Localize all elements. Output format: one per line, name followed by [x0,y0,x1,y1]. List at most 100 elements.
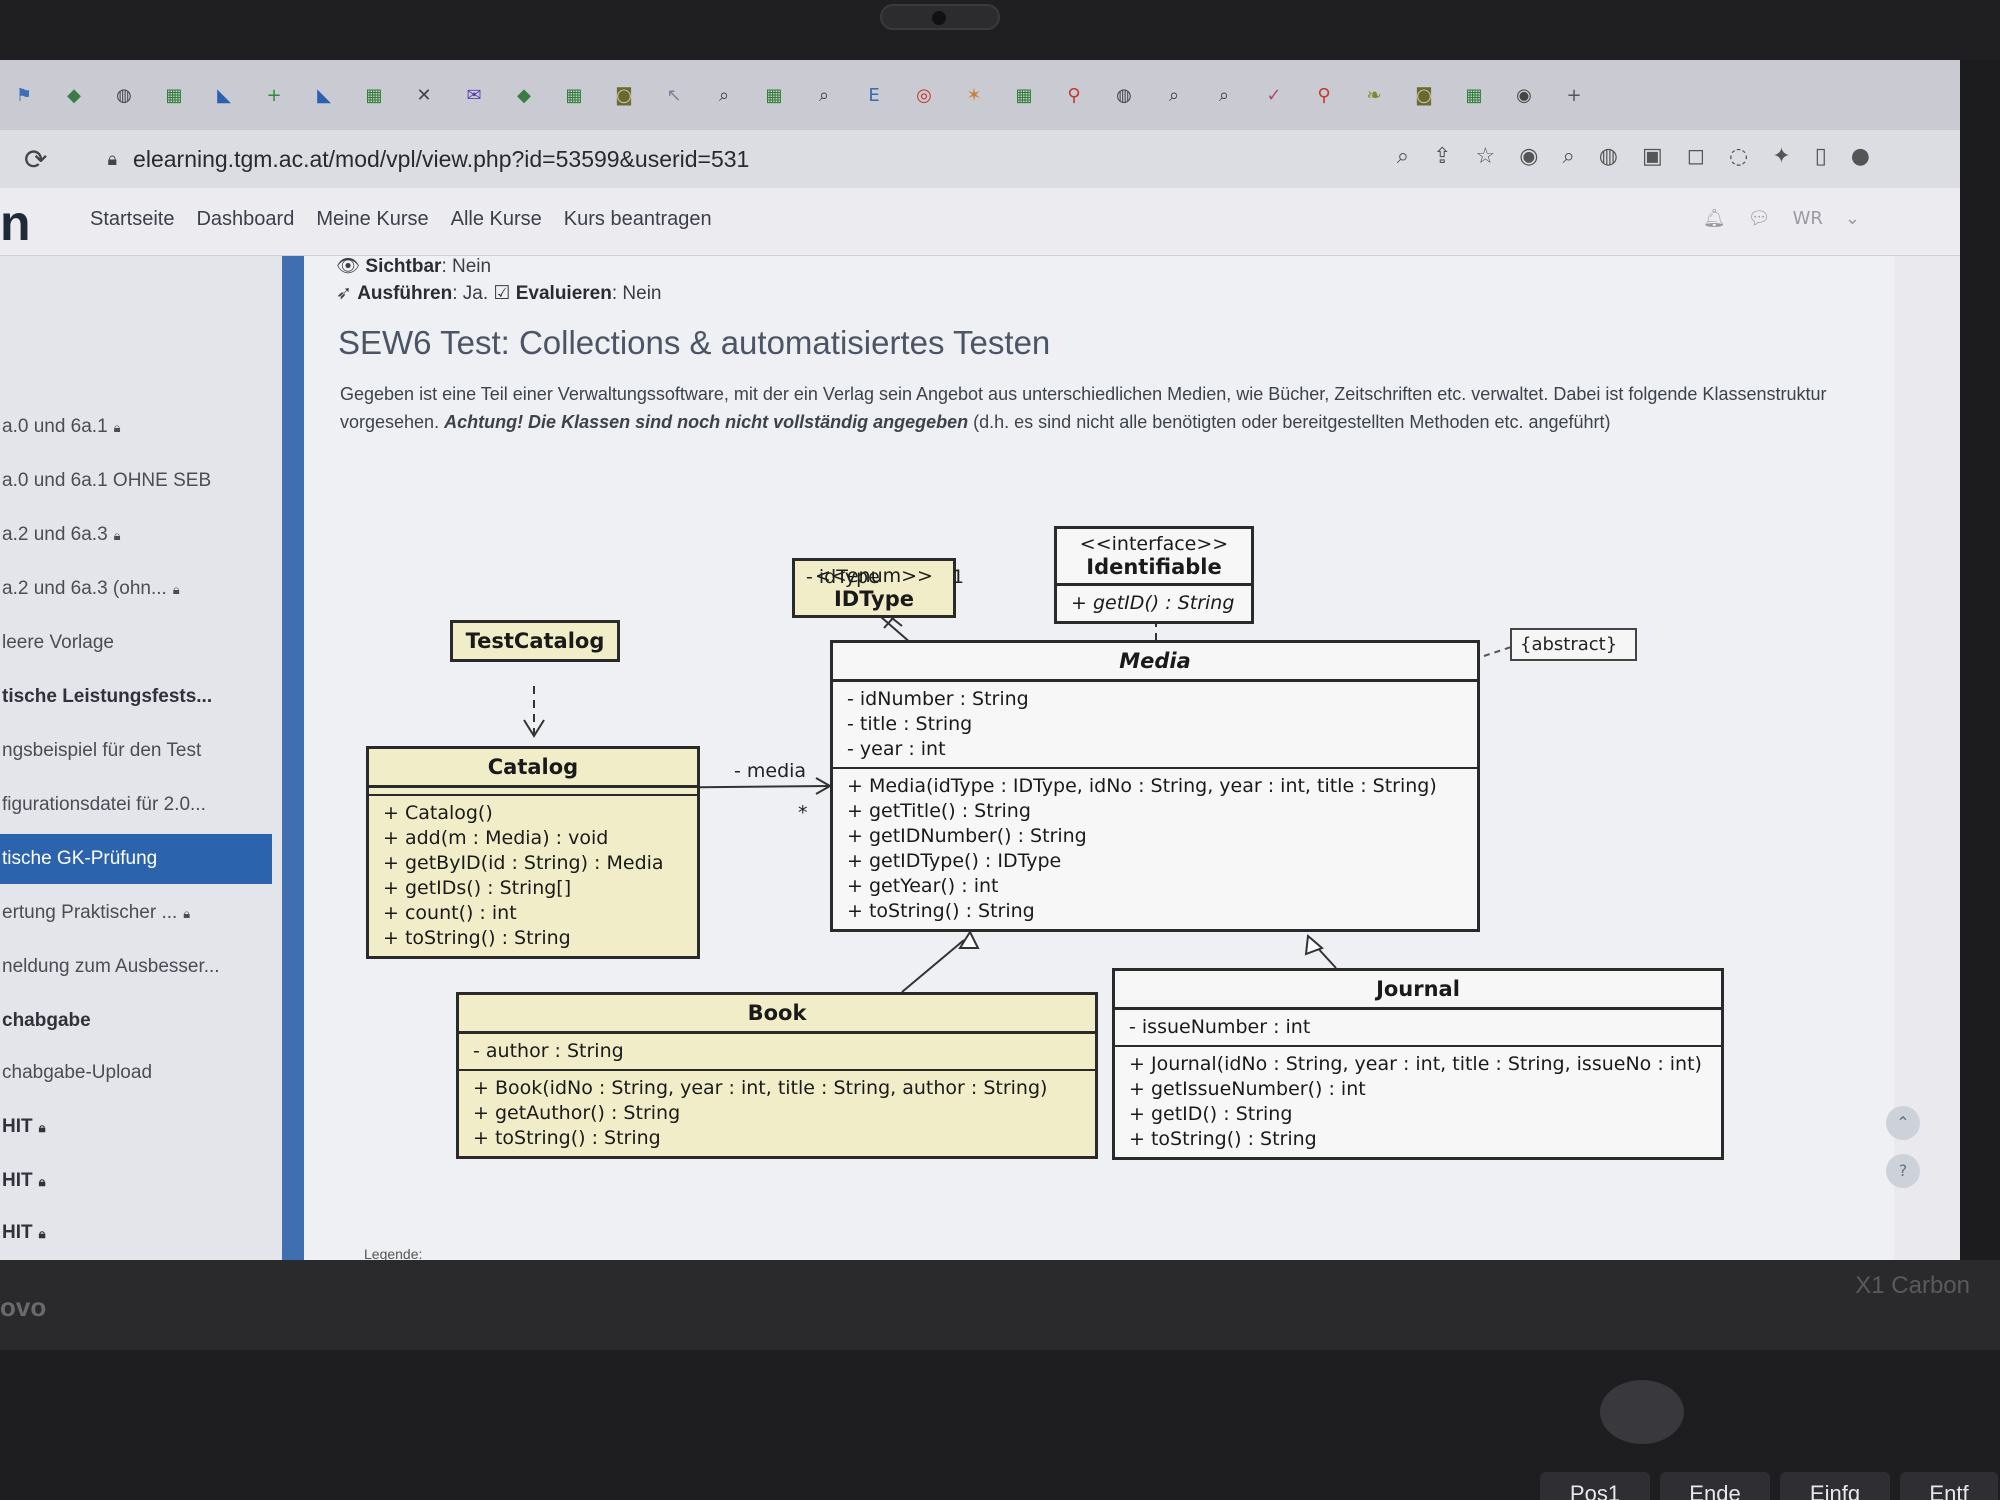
pin-icon[interactable]: ⚲ [1060,81,1088,109]
sidebar-item-label: HIT [2,1116,33,1137]
chart-icon[interactable]: ✓ [1260,81,1288,109]
sidebar-item[interactable]: a.2 und 6a.3 (ohn... 🔒︎ [0,578,275,600]
close-icon[interactable]: ✕ [410,81,438,109]
extension-icon[interactable]: ▣ [1642,144,1663,169]
nav-kurs-beantragen[interactable]: Kurs beantragen [564,208,712,231]
bookmark-icon[interactable]: ⚑ [10,81,38,109]
chat-icon[interactable]: 💬︎ [1748,208,1771,229]
android-icon[interactable]: ◆ [60,81,88,109]
sheet-icon[interactable]: ▦ [760,81,788,109]
methods-section: + Journal(idNo : String, year : int, tit… [1115,1047,1721,1157]
sidebar-item-active[interactable]: tische GK-Prüfung [0,834,272,884]
search-extension-icon[interactable]: ⌕ [1562,144,1574,169]
main-content: 👁︎ Sichtbar: Nein ➶ Ausführen: Ja. ☑ Eva… [304,256,1920,1260]
site-logo[interactable]: n [0,194,31,252]
nav-dashboard[interactable]: Dashboard [196,208,294,231]
sidebar-section[interactable]: HIT 🔒︎ [0,1222,275,1244]
key-pos1: Pos1 [1540,1472,1650,1500]
search-icon[interactable]: ⌕ [1160,81,1188,109]
extension-icon[interactable]: ◍ [1599,144,1618,169]
nav-startseite[interactable]: Startseite [90,208,174,231]
sidebar-item[interactable]: leere Vorlage [0,632,275,654]
extension-icon[interactable]: ◻ [1687,144,1705,169]
class-name: Media [833,643,1477,682]
lock-icon: 🔒︎ [113,421,121,436]
sidebar-item[interactable]: chabgabe-Upload [0,1062,275,1084]
laptop-bezel-top [0,0,2000,60]
flag-icon[interactable]: ◣ [310,81,338,109]
plus-square-icon[interactable]: + [260,81,288,109]
e-icon[interactable]: E [860,81,888,109]
new-tab-icon[interactable]: + [1560,81,1588,109]
sidebar-item[interactable]: a.2 und 6a.3 🔒︎ [0,524,275,546]
nav-alle-kurse[interactable]: Alle Kurse [451,208,542,231]
sidebar-item-label: figurationsdatei für 2.0... [2,794,206,815]
attribute: - idNumber : String [847,688,1029,710]
extension-icon[interactable]: ◌ [1729,144,1748,169]
star-icon[interactable]: ✶ [960,81,988,109]
method: + Catalog() [383,802,493,824]
sidebar-item[interactable]: ertung Praktischer ... 🔒︎ [0,902,275,924]
address-bar-actions: ⌕ ⇪ ☆ ◉ ⌕ ◍ ▣ ◻ ◌ ✦ ▯ ● [1397,144,1870,169]
lock-icon: 🔒︎ [172,583,180,598]
nav-meine-kurse[interactable]: Meine Kurse [316,208,428,231]
association-role: - idType [806,566,880,588]
sidebar-section[interactable]: tische Leistungsfests... [0,686,275,708]
flag-icon[interactable]: ◣ [210,81,238,109]
search-icon[interactable]: ⌕ [710,81,738,109]
globe-icon[interactable]: ◍ [1110,81,1138,109]
sidebar-item[interactable]: a.0 und 6a.1 🔒︎ [0,416,275,438]
sidebar-item[interactable]: neldung zum Ausbesser... [0,956,275,978]
association-multiplicity: * [798,802,808,824]
reload-icon[interactable]: ⟳ [24,143,47,176]
chevron-down-icon[interactable]: ⌄ [1845,208,1860,229]
method: + getIDNumber() : String [847,825,1087,847]
search-icon[interactable]: ⌕ [1210,81,1238,109]
sheet-icon[interactable]: ▦ [1460,81,1488,109]
github-icon[interactable]: ◉ [1510,81,1538,109]
sidebar-section[interactable]: HIT 🔒︎ [0,1170,275,1192]
sidebar-item-label: a.0 und 6a.1 [2,416,108,437]
scroll-to-top-icon[interactable]: ⌃ [1886,1106,1920,1140]
sheet-icon[interactable]: ▦ [360,81,388,109]
pin-icon[interactable]: ⚲ [1310,81,1338,109]
methods-section: + Media(idType : IDType, idNo : String, … [833,769,1477,929]
globe-icon[interactable]: ◍ [110,81,138,109]
sidebar-section[interactable]: HIT 🔒︎ [0,1116,275,1138]
lock-icon[interactable]: 🔒︎ [107,149,117,170]
sheet-icon[interactable]: ▦ [560,81,588,109]
extension-icon[interactable]: ◉ [1519,144,1538,169]
mail-icon[interactable]: ✉ [460,81,488,109]
leaf-icon[interactable]: ❧ [1360,81,1388,109]
target-icon[interactable]: ◎ [910,81,938,109]
bookmark-star-icon[interactable]: ☆ [1476,144,1496,169]
sidebar-item-label: HIT [2,1170,33,1191]
user-avatar[interactable]: WR [1793,208,1823,229]
sidebar-item-label: neldung zum Ausbesser... [2,956,220,977]
help-icon[interactable]: ? [1886,1154,1920,1188]
sidebar-item[interactable]: ngsbeispiel für den Test [0,740,275,762]
sheet-icon[interactable]: ▦ [160,81,188,109]
uml-class-book: Book - author : String + Book(idNo : Str… [456,992,1098,1159]
zoom-icon[interactable]: ⌕ [1397,144,1409,169]
badge-icon[interactable]: ◙ [610,81,638,109]
sidebar-toggle-icon[interactable]: ▯ [1815,144,1827,169]
puzzle-icon[interactable]: ✦ [1772,144,1790,169]
android-icon[interactable]: ◆ [510,81,538,109]
class-name: Journal [1115,971,1721,1010]
sheet-icon[interactable]: ▦ [1010,81,1038,109]
bell-icon[interactable]: 🔔︎ [1703,208,1726,229]
badge-icon[interactable]: ◙ [1410,81,1438,109]
uml-class-testcatalog: TestCatalog [450,620,620,662]
uml-class-catalog: Catalog + Catalog() + add(m : Media) : v… [366,746,700,959]
share-icon[interactable]: ⇪ [1433,144,1451,169]
search-icon[interactable]: ⌕ [810,81,838,109]
sidebar-item[interactable]: a.0 und 6a.1 OHNE SEB [0,470,275,492]
sidebar-item[interactable]: figurationsdatei für 2.0... [0,794,275,816]
class-name: IDType [833,587,915,611]
cursor-icon[interactable]: ↖ [660,81,688,109]
attributes-section [369,788,697,796]
profile-icon[interactable]: ● [1851,144,1870,169]
url-field[interactable]: elearning.tgm.ac.at/mod/vpl/view.php?id=… [133,146,749,173]
sidebar-section[interactable]: chabgabe [0,1010,275,1032]
